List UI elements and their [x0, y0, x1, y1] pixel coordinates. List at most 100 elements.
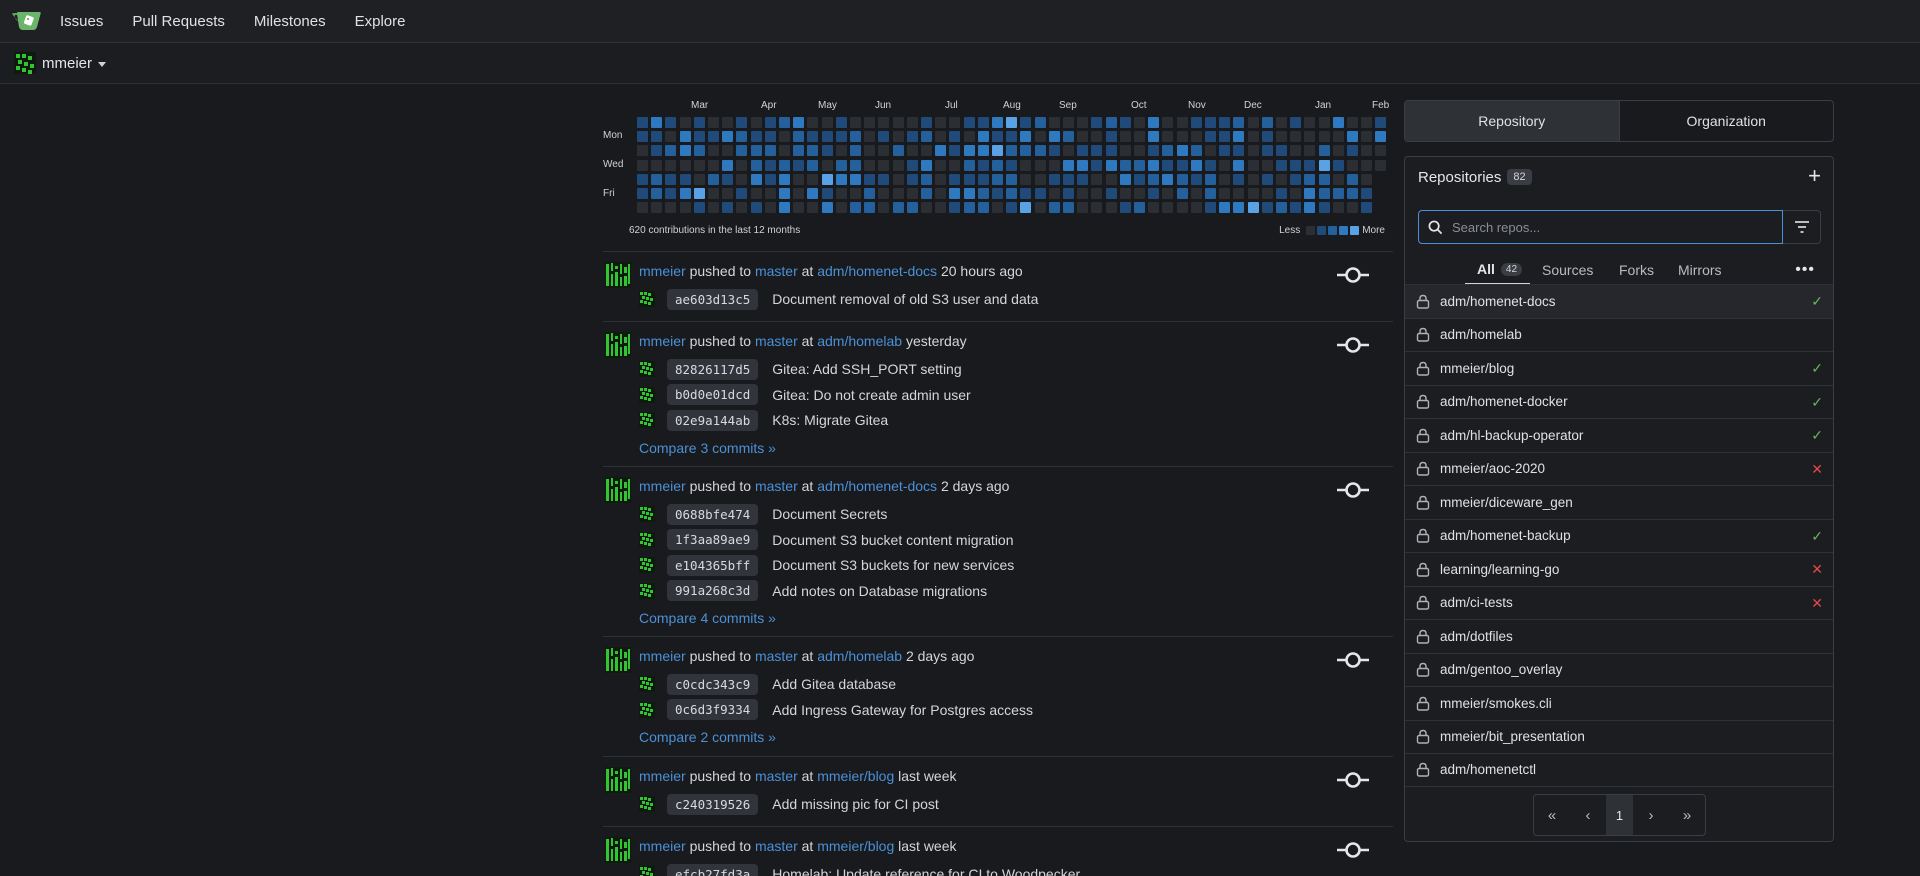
heatmap-cell[interactable] — [1318, 188, 1330, 199]
heatmap-cell[interactable] — [906, 159, 918, 171]
heatmap-cell[interactable] — [906, 188, 918, 199]
heatmap-cell[interactable] — [637, 173, 648, 185]
heatmap-cell[interactable] — [1219, 117, 1231, 128]
heatmap-cell[interactable] — [1318, 117, 1330, 128]
heatmap-cell[interactable] — [1332, 145, 1344, 157]
heatmap-cell[interactable] — [1162, 131, 1174, 143]
heatmap-cell[interactable] — [693, 188, 705, 199]
heatmap-cell[interactable] — [821, 117, 833, 128]
heatmap-cell[interactable] — [779, 159, 790, 171]
feed-user-link[interactable]: mmeier — [639, 838, 686, 854]
heatmap-cell[interactable] — [921, 117, 932, 128]
heatmap-cell[interactable] — [1119, 131, 1131, 143]
heatmap-cell[interactable] — [1233, 145, 1245, 157]
feed-user-link[interactable]: mmeier — [639, 333, 686, 349]
compare-commits-link[interactable]: Compare 3 commits » — [639, 440, 776, 456]
heatmap-cell[interactable] — [963, 131, 975, 143]
heatmap-cell[interactable] — [935, 131, 947, 143]
first-page-icon[interactable]: « — [1534, 795, 1570, 835]
heatmap-cell[interactable] — [1233, 131, 1245, 143]
heatmap-cell[interactable] — [992, 117, 1003, 128]
heatmap-cell[interactable] — [1176, 173, 1188, 185]
heatmap-cell[interactable] — [1063, 145, 1074, 157]
heatmap-cell[interactable] — [1347, 145, 1358, 157]
heatmap-cell[interactable] — [992, 131, 1003, 143]
heatmap-cell[interactable] — [1006, 131, 1018, 143]
nav-explore[interactable]: Explore — [355, 13, 406, 30]
heatmap-cell[interactable] — [892, 131, 904, 143]
heatmap-cell[interactable] — [665, 131, 677, 143]
heatmap-cell[interactable] — [708, 159, 719, 171]
heatmap-cell[interactable] — [1261, 131, 1273, 143]
heatmap-cell[interactable] — [1190, 145, 1202, 157]
heatmap-cell[interactable] — [679, 131, 691, 143]
heatmap-cell[interactable] — [1006, 159, 1018, 171]
feed-repo-link[interactable]: adm/homenet-docs — [817, 263, 937, 279]
feed-branch-link[interactable]: master — [755, 478, 798, 494]
last-page-icon[interactable]: » — [1669, 795, 1705, 835]
tab-organization[interactable]: Organization — [1618, 101, 1834, 141]
heatmap-cell[interactable] — [736, 131, 748, 143]
heatmap-cell[interactable] — [1020, 202, 1032, 214]
heatmap-cell[interactable] — [1006, 173, 1018, 185]
heatmap-cell[interactable] — [835, 145, 847, 157]
heatmap-cell[interactable] — [764, 131, 776, 143]
heatmap-cell[interactable] — [1190, 188, 1202, 199]
heatmap-cell[interactable] — [637, 188, 648, 199]
heatmap-cell[interactable] — [906, 173, 918, 185]
heatmap-cell[interactable] — [963, 188, 975, 199]
heatmap-cell[interactable] — [750, 145, 762, 157]
heatmap-cell[interactable] — [764, 202, 776, 214]
nav-issues[interactable]: Issues — [60, 13, 103, 30]
feed-branch-link[interactable]: master — [755, 263, 798, 279]
heatmap-cell[interactable] — [977, 188, 989, 199]
heatmap-cell[interactable] — [1233, 173, 1245, 185]
heatmap-cell[interactable] — [1219, 159, 1231, 171]
heatmap-cell[interactable] — [651, 159, 663, 171]
heatmap-cell[interactable] — [1034, 202, 1046, 214]
heatmap-cell[interactable] — [693, 173, 705, 185]
heatmap-cell[interactable] — [1276, 145, 1287, 157]
heatmap-cell[interactable] — [992, 188, 1003, 199]
heatmap-cell[interactable] — [1233, 117, 1245, 128]
heatmap-cell[interactable] — [963, 117, 975, 128]
heatmap-cell[interactable] — [1119, 145, 1131, 157]
repo-list-item[interactable]: adm/homelab — [1405, 317, 1833, 352]
heatmap-cell[interactable] — [1332, 159, 1344, 171]
commit-sha-link[interactable]: c0cdc343c9 — [667, 673, 759, 695]
heatmap-cell[interactable] — [892, 202, 904, 214]
heatmap-cell[interactable] — [935, 117, 947, 128]
tab-repository[interactable]: Repository — [1405, 101, 1619, 141]
heatmap-cell[interactable] — [1375, 131, 1387, 143]
nav-pull-requests[interactable]: Pull Requests — [132, 13, 225, 30]
repo-list-item[interactable]: mmeier/diceware_gen — [1405, 485, 1833, 519]
heatmap-cell[interactable] — [1247, 188, 1259, 199]
heatmap-cell[interactable] — [1318, 145, 1330, 157]
heatmap-cell[interactable] — [736, 202, 748, 214]
heatmap-cell[interactable] — [963, 145, 975, 157]
heatmap-cell[interactable] — [1063, 188, 1074, 199]
heatmap-cell[interactable] — [1162, 188, 1174, 199]
heatmap-cell[interactable] — [807, 159, 819, 171]
heatmap-cell[interactable] — [1048, 145, 1060, 157]
heatmap-cell[interactable] — [835, 202, 847, 214]
heatmap-cell[interactable] — [892, 188, 904, 199]
feed-user-link[interactable]: mmeier — [639, 263, 686, 279]
heatmap-cell[interactable] — [949, 159, 961, 171]
heatmap-cell[interactable] — [779, 131, 790, 143]
heatmap-cell[interactable] — [977, 159, 989, 171]
heatmap-cell[interactable] — [1134, 145, 1145, 157]
heatmap-cell[interactable] — [977, 117, 989, 128]
heatmap-cell[interactable] — [1077, 188, 1089, 199]
heatmap-cell[interactable] — [1148, 117, 1160, 128]
heatmap-cell[interactable] — [949, 145, 961, 157]
tab-mirrors[interactable]: Mirrors — [1678, 255, 1722, 285]
heatmap-cell[interactable] — [1332, 173, 1344, 185]
heatmap-cell[interactable] — [1233, 202, 1245, 214]
heatmap-cell[interactable] — [764, 145, 776, 157]
heatmap-cell[interactable] — [1091, 173, 1103, 185]
heatmap-cell[interactable] — [1205, 117, 1216, 128]
heatmap-cell[interactable] — [1332, 202, 1344, 214]
heatmap-cell[interactable] — [807, 173, 819, 185]
heatmap-cell[interactable] — [1006, 145, 1018, 157]
